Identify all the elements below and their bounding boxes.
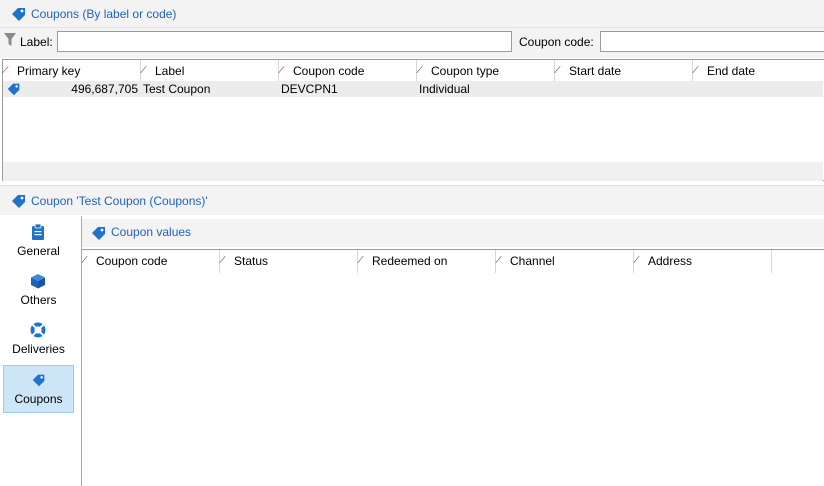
sort-icon: ∕: [281, 65, 283, 76]
column-header-channel[interactable]: ∕ Channel: [496, 250, 634, 273]
column-header-coupon-code[interactable]: ∕ Coupon code: [279, 60, 417, 82]
column-header-label[interactable]: ∕ Label: [141, 60, 279, 82]
nav-item-others[interactable]: Others: [3, 267, 74, 315]
cell-coupon-type: Individual: [419, 82, 470, 96]
lifebuoy-icon: [30, 322, 46, 338]
filter-icon[interactable]: [4, 33, 16, 47]
detail-nav: General Others Deliveries Coupons: [0, 216, 82, 486]
filter-bar: Label: Coupon code:: [0, 28, 824, 58]
label-filter-input[interactable]: [57, 31, 512, 52]
coupon-code-filter-input[interactable]: [600, 31, 824, 52]
sort-icon: ∕: [695, 65, 697, 76]
list-title: Coupons (By label or code): [31, 7, 177, 21]
coupon-values-grid: ∕ Coupon code ∕ Status ∕ Redeemed on ∕ C…: [82, 249, 824, 486]
sort-icon: ∕: [419, 65, 421, 76]
nav-item-deliveries[interactable]: Deliveries: [3, 316, 74, 364]
clipboard-icon: [32, 224, 44, 240]
coupon-detail-header: Coupon 'Test Coupon (Coupons)': [0, 185, 824, 215]
column-header-primary-key[interactable]: ∕ Primary key: [3, 60, 141, 82]
sort-icon: ∕: [84, 255, 86, 266]
coupon-list-grid: ∕ Primary key ∕ Label ∕ Coupon code ∕ Co…: [2, 59, 824, 181]
list-footer: [3, 162, 823, 181]
column-header-end-date[interactable]: ∕ End date: [693, 60, 824, 82]
sort-icon: ∕: [498, 255, 500, 266]
tag-icon: [32, 374, 45, 387]
cell-coupon-code: DEVCPN1: [281, 82, 338, 96]
column-header-coupon-type[interactable]: ∕ Coupon type: [417, 60, 555, 82]
column-header-redeemed-on[interactable]: ∕ Redeemed on: [358, 250, 496, 273]
coupon-values-header: Coupon values: [82, 219, 824, 247]
sort-icon: ∕: [143, 65, 145, 76]
column-header-start-date[interactable]: ∕ Start date: [555, 60, 693, 82]
sort-icon: ∕: [636, 255, 638, 266]
cell-primary-key: 496,687,705: [71, 82, 138, 96]
tag-icon: [7, 83, 20, 96]
column-header-coupon-code[interactable]: ∕ Coupon code: [82, 250, 220, 273]
coupon-code-filter-caption: Coupon code:: [519, 35, 594, 49]
tag-icon: [12, 8, 25, 21]
sort-icon: ∕: [557, 65, 559, 76]
sort-icon: ∕: [5, 65, 7, 76]
tag-icon: [92, 227, 105, 240]
sort-icon: ∕: [222, 255, 224, 266]
column-header-status[interactable]: ∕ Status: [220, 250, 358, 273]
label-filter-caption: Label:: [20, 35, 53, 49]
coupon-values-title: Coupon values: [111, 225, 192, 239]
sort-icon: ∕: [360, 255, 362, 266]
cell-label: Test Coupon: [143, 82, 211, 96]
coupons-list-header: Coupons (By label or code): [0, 0, 824, 28]
column-header-address[interactable]: ∕ Address: [634, 250, 772, 273]
detail-title: Coupon 'Test Coupon (Coupons)': [31, 194, 208, 208]
cube-icon: [31, 274, 45, 289]
table-row[interactable]: 496,687,705 Test Coupon DEVCPN1 Individu…: [3, 81, 823, 97]
tag-icon: [12, 195, 25, 208]
nav-item-general[interactable]: General: [3, 218, 74, 266]
nav-item-coupons[interactable]: Coupons: [3, 365, 74, 413]
